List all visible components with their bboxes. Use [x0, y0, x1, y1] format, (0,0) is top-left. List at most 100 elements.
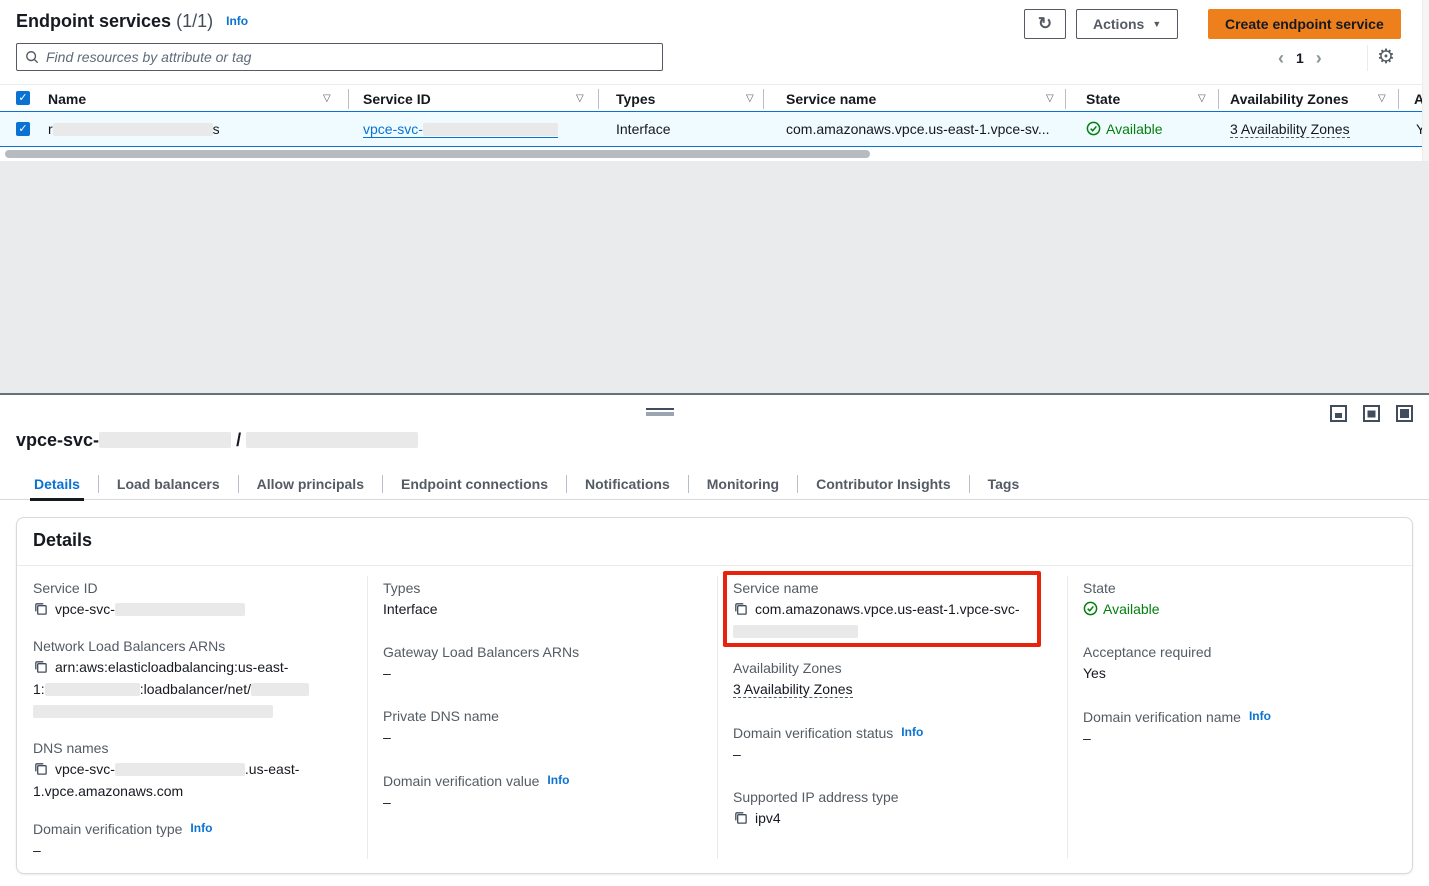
domain-verification-type-info-link[interactable]: Info	[190, 821, 212, 835]
dns-name-prefix: vpce-svc-	[55, 761, 115, 777]
domain-verification-name-value: –	[1083, 727, 1405, 749]
tab-endpoint-connections[interactable]: Endpoint connections	[383, 468, 566, 500]
domain-verification-value-info-link[interactable]: Info	[547, 773, 569, 787]
column-divider	[717, 576, 718, 859]
acceptance-required-value: Yes	[1083, 662, 1405, 684]
cell-service-id-link[interactable]: vpce-svc-	[363, 121, 558, 138]
column-divider	[1398, 89, 1399, 109]
supported-ip-label: Supported IP address type	[733, 787, 1055, 807]
actions-button-label: Actions	[1093, 16, 1144, 32]
private-dns-value: –	[383, 726, 705, 748]
pagination-prev-icon[interactable]: ‹	[1278, 49, 1284, 67]
toolbar-divider	[1367, 45, 1368, 71]
tab-monitoring[interactable]: Monitoring	[689, 468, 797, 500]
column-header-state[interactable]: State	[1086, 91, 1120, 107]
service-name-label: Service name	[733, 578, 1055, 598]
field-acceptance-required: Acceptance required Yes	[1083, 642, 1405, 684]
redacted-text	[423, 123, 558, 136]
field-domain-verification-status: Domain verification statusInfo –	[733, 722, 1055, 765]
copy-icon[interactable]	[33, 600, 48, 615]
copy-icon[interactable]	[33, 658, 48, 673]
nlb-arn-line2b: :loadbalancer/net/	[140, 681, 251, 697]
tab-notifications[interactable]: Notifications	[567, 468, 688, 500]
sort-icon-service-id[interactable]: ▽	[576, 93, 584, 104]
redacted-text	[53, 123, 213, 136]
column-header-types[interactable]: Types	[616, 91, 655, 107]
column-header-availability-zones[interactable]: Availability Zones	[1230, 91, 1349, 107]
table-header: ✓ Name ▽ Service ID ▽ Types ▽ Service na…	[0, 84, 1429, 111]
domain-verification-name-info-link[interactable]: Info	[1249, 709, 1271, 723]
vertical-scrollbar-track[interactable]	[1422, 0, 1429, 161]
domain-verification-status-value: –	[733, 743, 1055, 765]
details-card-heading: Details	[33, 530, 92, 551]
redacted-text	[733, 625, 858, 638]
search-input[interactable]	[46, 49, 654, 65]
row-checkbox[interactable]: ✓	[16, 122, 30, 136]
panel-size-full-icon[interactable]	[1396, 405, 1413, 422]
sort-icon-service-name[interactable]: ▽	[1046, 93, 1054, 104]
glb-arns-label: Gateway Load Balancers ARNs	[383, 642, 705, 662]
availability-zones-value[interactable]: 3 Availability Zones	[733, 681, 853, 698]
panel-size-medium-icon[interactable]	[1363, 405, 1380, 422]
gear-icon[interactable]: ⚙	[1377, 44, 1395, 69]
cell-availability-zones[interactable]: 3 Availability Zones	[1230, 121, 1350, 138]
column-divider	[1218, 89, 1219, 109]
column-divider	[367, 576, 368, 859]
actions-button[interactable]: Actions ▼	[1076, 9, 1178, 39]
sort-icon-availability-zones[interactable]: ▽	[1378, 93, 1386, 104]
domain-verification-value-value: –	[383, 791, 705, 813]
acceptance-required-label: Acceptance required	[1083, 642, 1405, 662]
copy-icon[interactable]	[733, 809, 748, 824]
status-available-icon	[1083, 600, 1098, 615]
service-id-label: Service ID	[33, 578, 355, 598]
field-service-id: Service ID vpce-svc-	[33, 578, 355, 620]
details-column-1: Service ID vpce-svc- Network Load Balanc…	[33, 578, 355, 877]
nlb-arn-line2a: 1:	[33, 681, 45, 697]
tab-details[interactable]: Details	[16, 468, 98, 500]
detail-split-panel: vpce-svc- / Details Load balancers Allow…	[0, 393, 1429, 886]
copy-icon[interactable]	[733, 600, 748, 615]
redacted-text	[251, 683, 309, 696]
redacted-text	[246, 432, 418, 448]
dns-names-label: DNS names	[33, 738, 355, 758]
domain-verification-value-label: Domain verification value	[383, 773, 539, 789]
field-private-dns: Private DNS name –	[383, 706, 705, 748]
field-glb-arns: Gateway Load Balancers ARNs –	[383, 642, 705, 684]
pagination-next-icon[interactable]: ›	[1316, 49, 1322, 67]
field-dns-names: DNS names vpce-svc-.us-east- 1.vpce.amaz…	[33, 738, 355, 802]
panel-title-separator: /	[236, 430, 241, 450]
redacted-text	[33, 705, 273, 718]
tab-allow-principals[interactable]: Allow principals	[239, 468, 382, 500]
column-header-service-name[interactable]: Service name	[786, 91, 876, 107]
availability-zones-label: Availability Zones	[733, 658, 1055, 678]
sort-icon-types[interactable]: ▽	[746, 93, 754, 104]
panel-title-service-id: vpce-svc-	[16, 430, 99, 450]
panel-size-small-icon[interactable]	[1330, 405, 1347, 422]
column-header-name[interactable]: Name	[48, 91, 86, 107]
create-endpoint-service-button[interactable]: Create endpoint service	[1208, 9, 1401, 39]
state-value: Available	[1103, 601, 1160, 617]
domain-verification-status-info-link[interactable]: Info	[901, 725, 923, 739]
status-available-icon	[1086, 121, 1101, 136]
panel-layout-controls	[1330, 405, 1413, 422]
search-box[interactable]	[16, 43, 663, 71]
sort-icon-state[interactable]: ▽	[1198, 93, 1206, 104]
horizontal-scrollbar-track[interactable]	[0, 149, 1429, 159]
split-panel-drag-handle[interactable]	[646, 408, 674, 416]
pagination-page-1[interactable]: 1	[1296, 50, 1304, 66]
sort-icon-name[interactable]: ▽	[323, 93, 331, 104]
column-header-service-id[interactable]: Service ID	[363, 91, 431, 107]
title-info-link[interactable]: Info	[226, 14, 248, 28]
tab-tags[interactable]: Tags	[970, 468, 1038, 500]
copy-icon[interactable]	[33, 760, 48, 775]
select-all-checkbox[interactable]: ✓	[16, 91, 30, 105]
service-name-value: com.amazonaws.vpce.us-east-1.vpce-svc-	[755, 601, 1020, 617]
tab-bar: Details Load balancers Allow principals …	[0, 468, 1429, 500]
column-divider	[598, 89, 599, 109]
horizontal-scrollbar-thumb[interactable]	[5, 150, 870, 158]
resources-pane: Endpoint services (1/1) Info ↻ Actions ▼…	[0, 0, 1429, 161]
tab-load-balancers[interactable]: Load balancers	[99, 468, 238, 500]
table-row[interactable]: ✓ rs vpce-svc- Interface com.amazonaws.v…	[0, 111, 1429, 147]
refresh-button[interactable]: ↻	[1024, 9, 1066, 39]
tab-contributor-insights[interactable]: Contributor Insights	[798, 468, 969, 500]
